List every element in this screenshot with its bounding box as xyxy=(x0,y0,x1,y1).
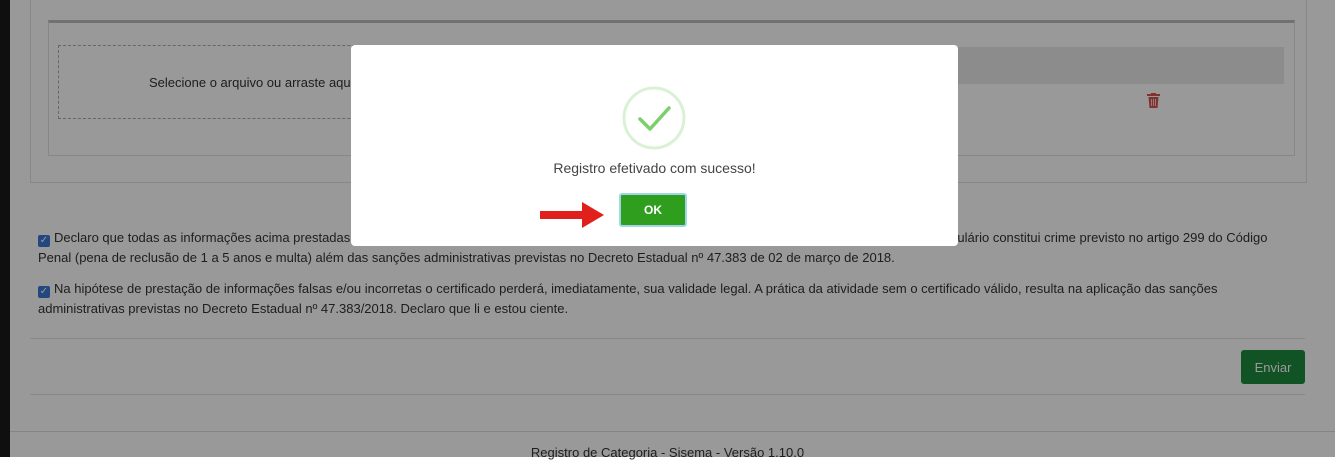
red-arrow-pointer xyxy=(540,202,604,228)
ok-button[interactable]: OK xyxy=(619,193,687,227)
success-modal: Registro efetivado com sucesso! OK xyxy=(351,45,958,246)
success-check-icon xyxy=(622,86,686,150)
modal-message: Registro efetivado com sucesso! xyxy=(553,160,756,176)
